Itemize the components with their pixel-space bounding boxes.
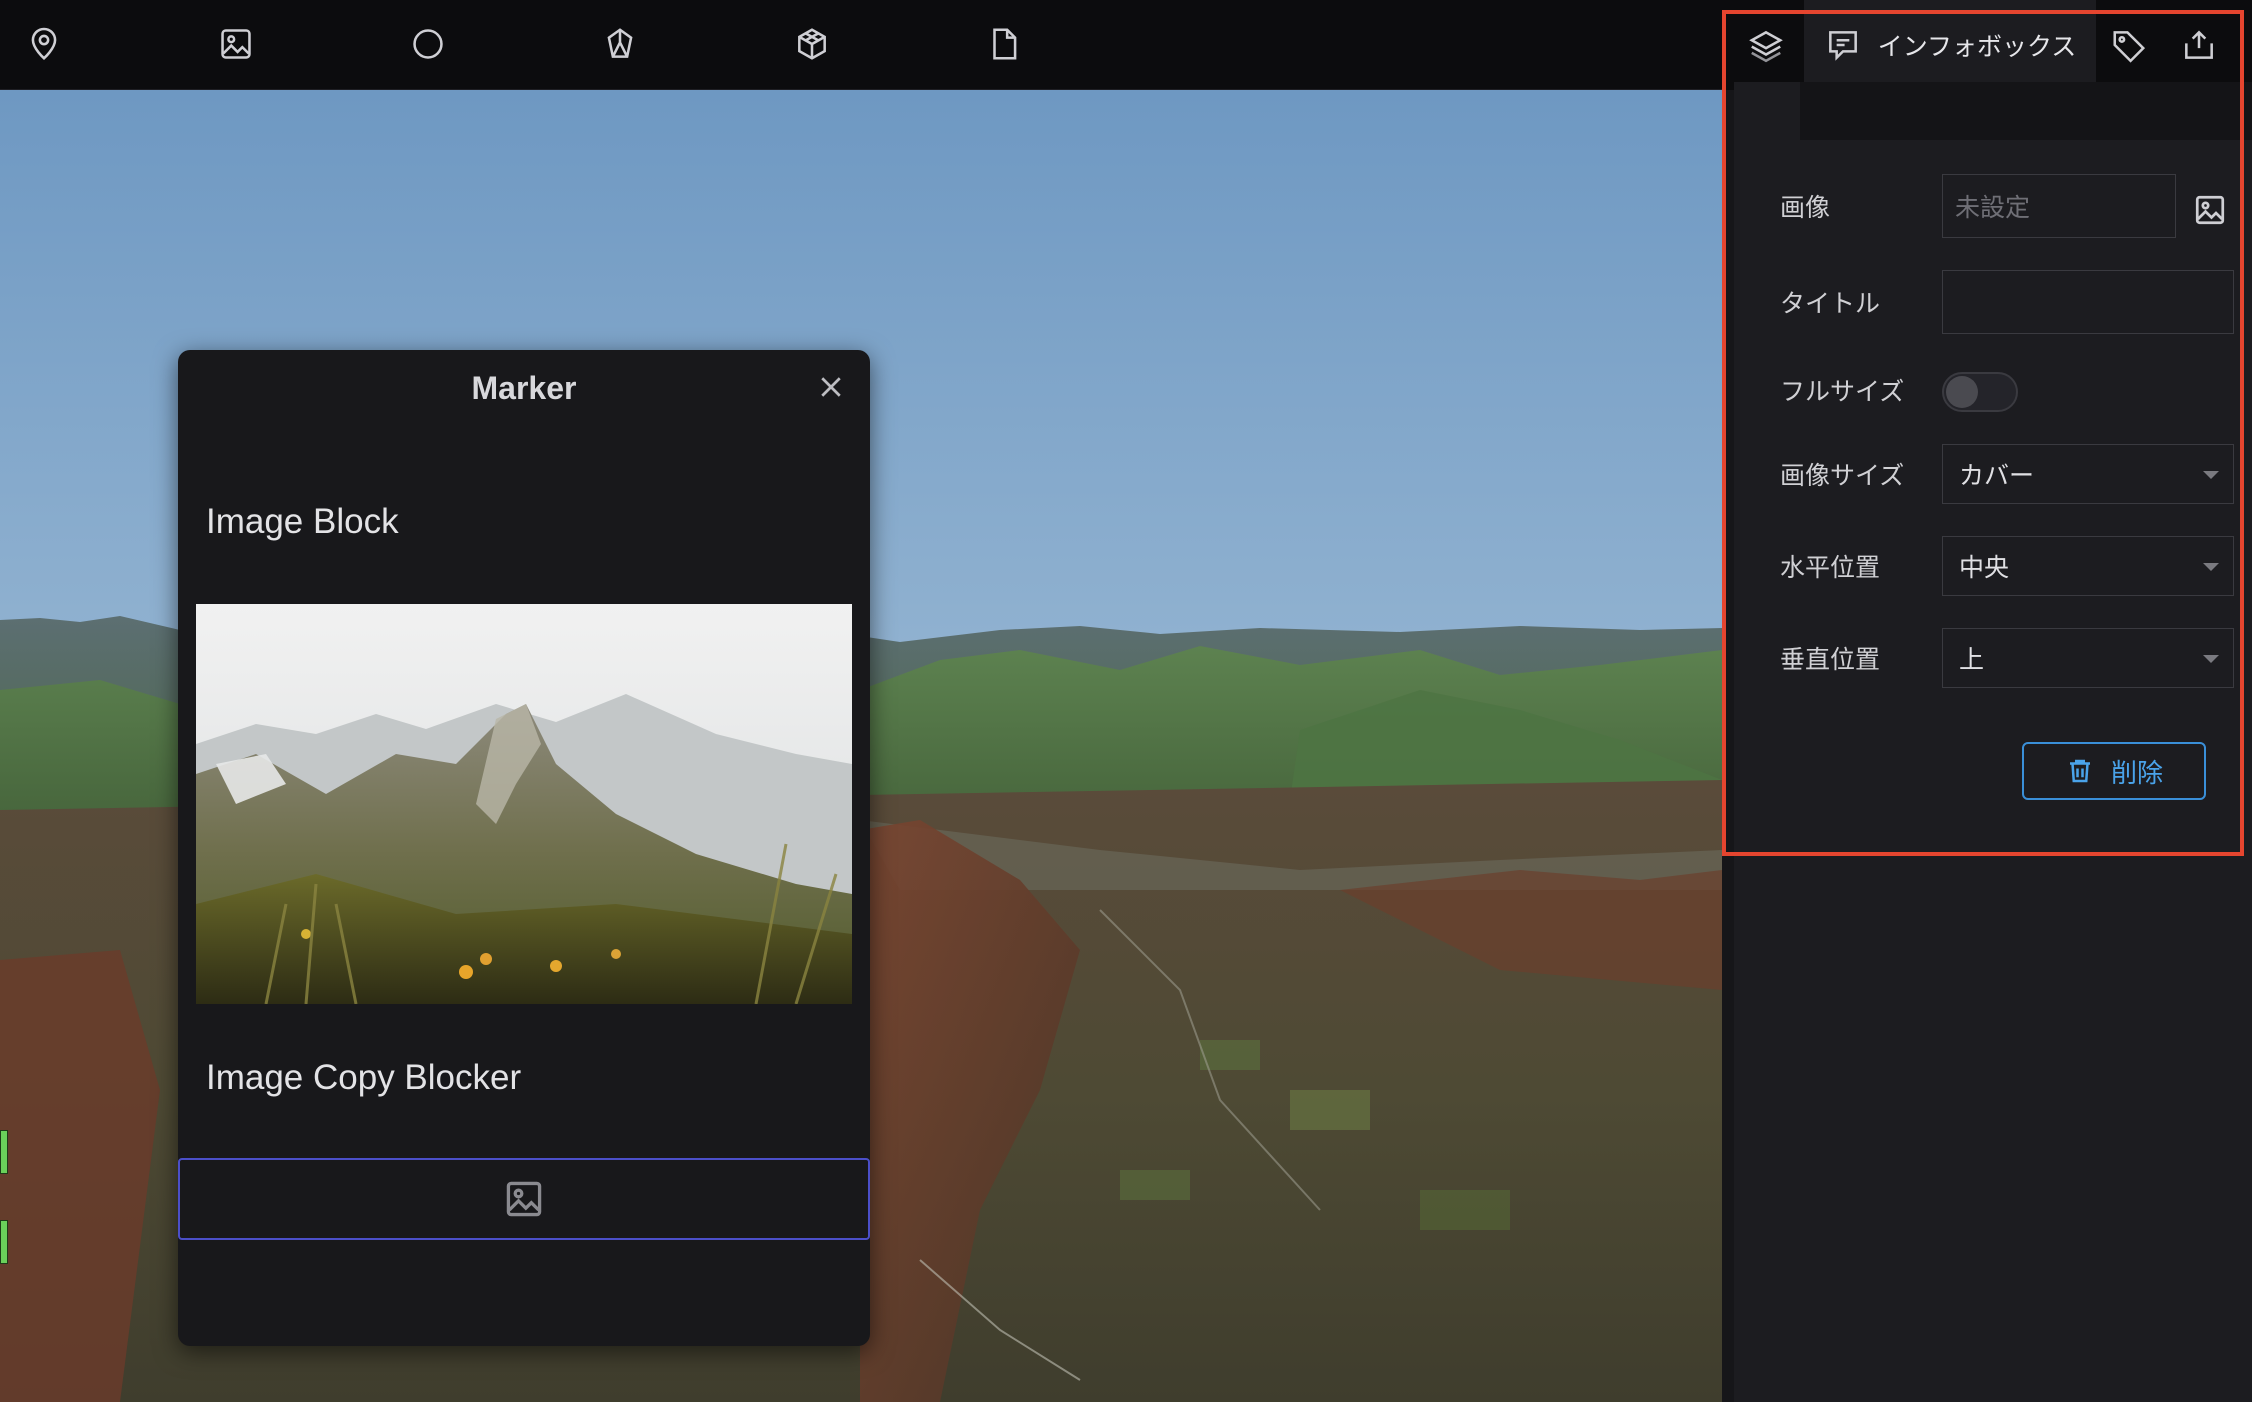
chevron-down-icon <box>2203 563 2219 571</box>
layers-icon <box>1749 30 1783 63</box>
circle-icon[interactable] <box>404 20 452 68</box>
full-size-label: フルサイズ <box>1780 377 1905 406</box>
tab-tag[interactable] <box>2096 0 2162 90</box>
infobox-settings: 画像 未設定 タイトル フルサイズ 画像サイズ カバー 水平位置 中央 垂直位置… <box>1734 82 2252 1402</box>
polygon-icon[interactable] <box>596 20 644 68</box>
block-heading: Image Block <box>206 502 399 541</box>
image-url-field[interactable]: 未設定 <box>1942 174 2176 238</box>
map-pin-icon[interactable] <box>20 20 68 68</box>
mountain-photo <box>196 604 852 1004</box>
close-icon[interactable] <box>816 372 846 402</box>
delete-button[interactable]: 削除 <box>2022 742 2206 800</box>
subtab-active[interactable] <box>1734 82 1800 140</box>
horizontal-position-value: 中央 <box>1959 553 2010 582</box>
image-size-value: カバー <box>1959 461 2035 490</box>
file-icon[interactable] <box>980 20 1028 68</box>
model-icon[interactable] <box>788 20 836 68</box>
chevron-down-icon <box>2203 471 2219 479</box>
vertical-position-select[interactable]: 上 <box>1942 628 2234 688</box>
horizontal-position-select[interactable]: 中央 <box>1942 536 2234 596</box>
marker-flag[interactable] <box>0 1130 8 1174</box>
tab-infobox[interactable]: インフォボックス <box>1804 0 2096 90</box>
tab-export[interactable] <box>2166 0 2232 90</box>
image-icon[interactable] <box>212 20 260 68</box>
image-label: 画像 <box>1780 193 1831 222</box>
marker-flag[interactable] <box>0 1220 8 1264</box>
trash-icon <box>2069 759 2090 783</box>
chevron-down-icon <box>2203 655 2219 663</box>
tag-icon <box>2113 31 2146 63</box>
marker-infobox: Marker Image Block Image Copy Blocker <box>178 350 870 1346</box>
property-panel: インフォボックス 画像 未設定 タイトル フルサイズ 画像サイズ カバー 水平位… <box>1722 0 2252 1402</box>
image-picker-icon[interactable] <box>2192 192 2228 228</box>
vertical-position-value: 上 <box>1959 645 1985 674</box>
image-icon <box>506 1181 542 1217</box>
top-toolbar <box>0 0 1722 90</box>
title-label: タイトル <box>1780 289 1881 318</box>
image-size-select[interactable]: カバー <box>1942 444 2234 504</box>
block-heading: Image Copy Blocker <box>206 1058 522 1097</box>
horizontal-position-label: 水平位置 <box>1780 553 1881 582</box>
subtab-strip <box>1734 82 2252 140</box>
infobox-icon <box>1828 31 1857 61</box>
tab-layers[interactable] <box>1734 0 1798 90</box>
export-icon <box>2185 30 2213 59</box>
infobox-title: Marker <box>471 370 577 406</box>
toggle-knob <box>1946 376 1978 408</box>
tab-infobox-label: インフォボックス <box>1877 32 2077 61</box>
title-input[interactable] <box>1942 270 2234 334</box>
delete-label: 削除 <box>2110 758 2163 789</box>
full-size-toggle[interactable] <box>1942 372 2018 412</box>
image-size-label: 画像サイズ <box>1780 461 1905 490</box>
vertical-position-label: 垂直位置 <box>1780 645 1881 674</box>
image-upload-placeholder[interactable] <box>178 1158 870 1240</box>
panel-tab-bar: インフォボックス <box>1722 0 2252 90</box>
